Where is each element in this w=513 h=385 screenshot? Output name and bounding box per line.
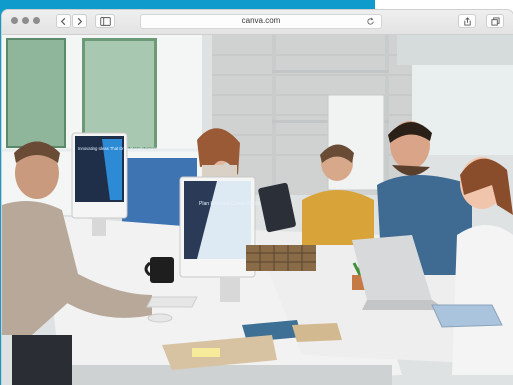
share-icon: [463, 16, 471, 26]
share-button[interactable]: [458, 14, 476, 28]
chevron-left-icon: [60, 17, 66, 25]
sidebar-icon: [99, 16, 111, 26]
tabs-icon: [490, 16, 500, 26]
monitor-text-1: Innovating Ideas That Drive Results Fast…: [78, 146, 158, 151]
back-button[interactable]: [56, 14, 71, 28]
url-text: canva.com: [241, 16, 281, 25]
office-photo: Innovating Ideas That Drive Results Fast…: [2, 35, 513, 385]
tabs-button[interactable]: [486, 14, 504, 28]
zoom-dot[interactable]: [33, 17, 40, 24]
browser-window: canva.com Innovating Ideas That Drive Re…: [2, 10, 513, 385]
close-dot[interactable]: [11, 17, 18, 24]
forward-button[interactable]: [72, 14, 87, 28]
chevron-right-icon: [77, 17, 83, 25]
monitor-text-2: Plan Innovate Create Deploy: [199, 201, 263, 207]
reload-icon[interactable]: [366, 17, 375, 26]
office-scene: Innovating Ideas That Drive Results Fast…: [2, 35, 513, 385]
address-bar[interactable]: canva.com: [140, 14, 382, 29]
minimize-dot[interactable]: [22, 17, 29, 24]
sidebar-button[interactable]: [95, 14, 115, 28]
browser-toolbar: canva.com: [2, 10, 513, 35]
